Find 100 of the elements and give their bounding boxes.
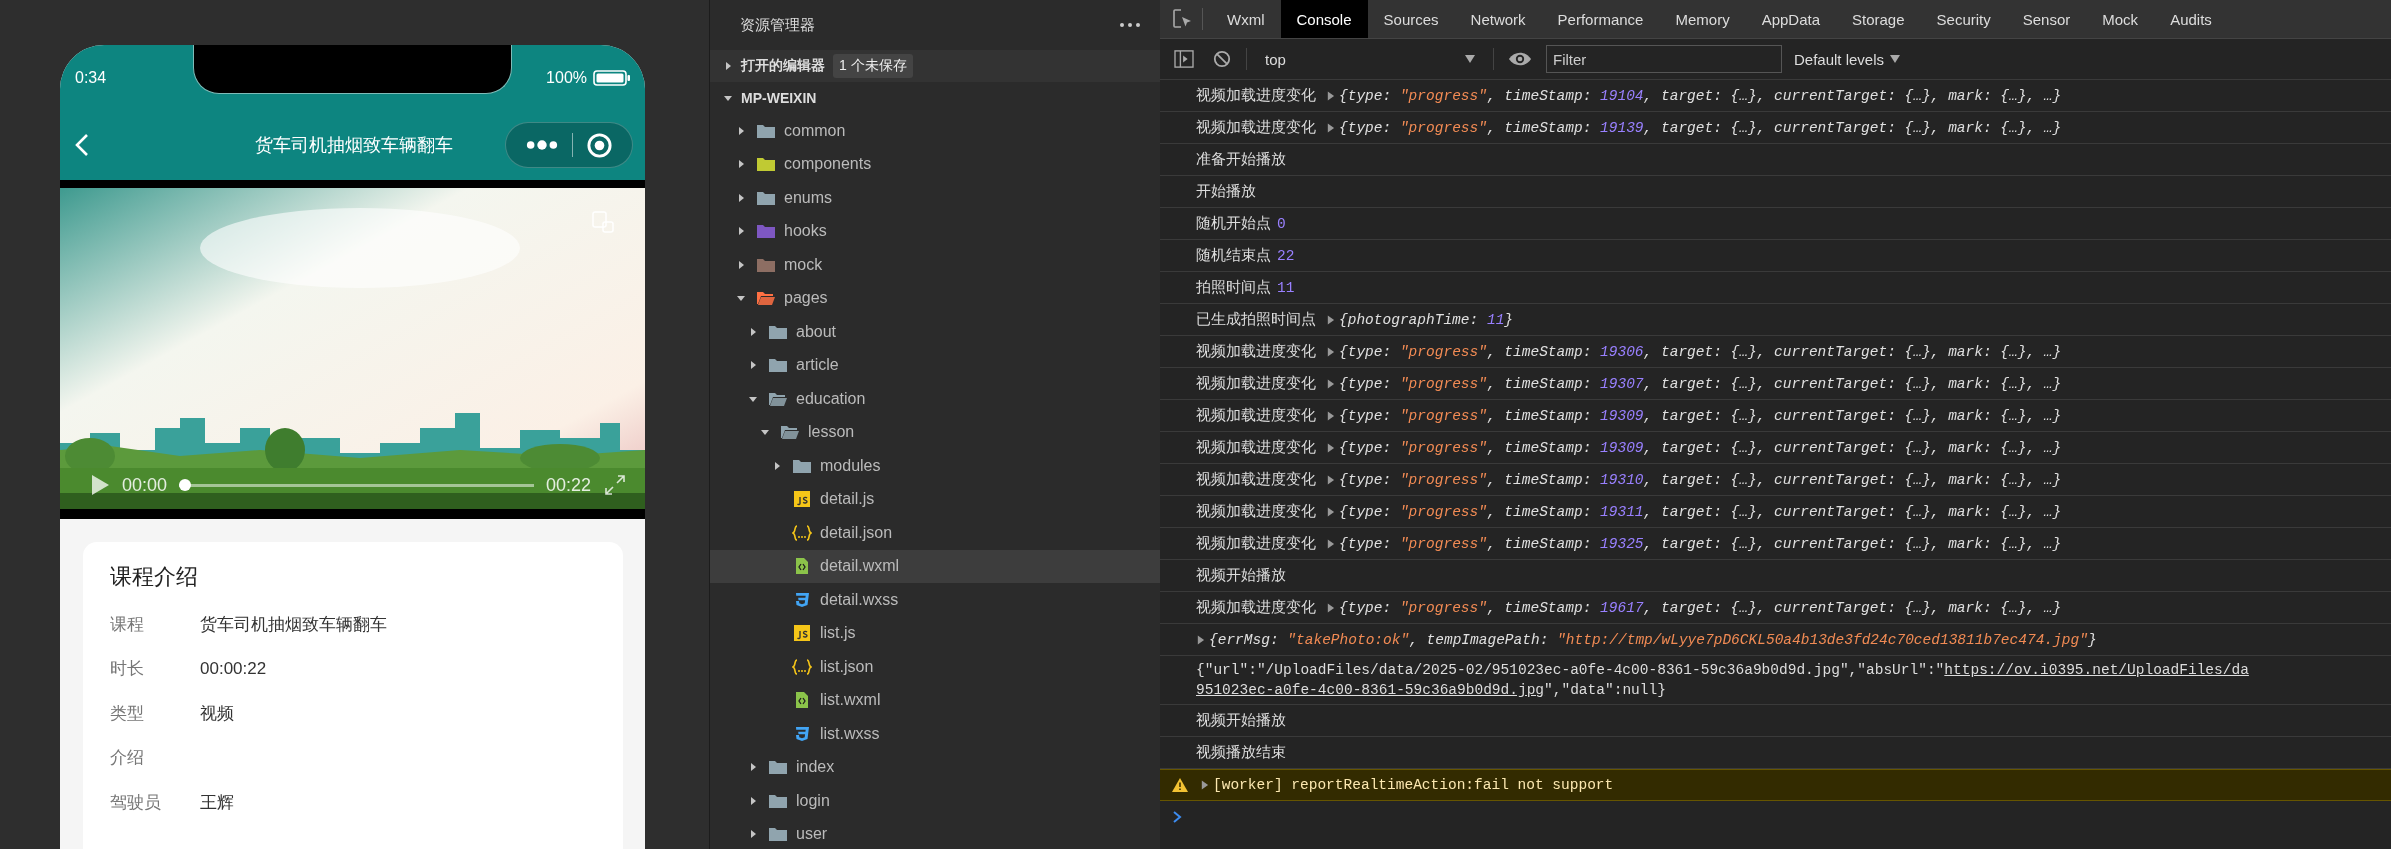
tree-item[interactable]: modules xyxy=(710,449,1160,483)
tree-item[interactable]: article xyxy=(710,348,1160,382)
expand-arrow-icon[interactable] xyxy=(1326,474,1335,485)
tree-item[interactable]: index xyxy=(710,750,1160,784)
tree-item[interactable]: user xyxy=(710,817,1160,849)
log-message: 视频播放结束 xyxy=(1196,743,1286,762)
link[interactable]: 951023ec-a0fe-4c00-8361-59c36a9b0d9d.jpg xyxy=(1196,682,1545,698)
expand-arrow-icon[interactable] xyxy=(748,795,758,806)
log-object[interactable]: {type: "progress", timeStamp: 19325, target: {…}, currentTarget: {…}, mark: {…}, …} xyxy=(1339,535,2062,552)
expand-arrow-icon[interactable] xyxy=(772,460,782,471)
status-time: 0:34 xyxy=(75,68,107,87)
expand-arrow-icon[interactable] xyxy=(1196,634,1205,645)
devtools-tab[interactable]: Audits xyxy=(2154,0,2228,38)
tree-item[interactable]: components xyxy=(710,147,1160,181)
log-object[interactable]: {type: "progress", timeStamp: 19309, target: {…}, currentTarget: {…}, mark: {…}, …} xyxy=(1339,407,2062,424)
sidebar-icon[interactable] xyxy=(1174,50,1194,68)
devtools-tab[interactable]: Storage xyxy=(1836,0,1921,38)
expand-arrow-icon[interactable] xyxy=(748,829,758,840)
tree-item[interactable]: detail.wxml xyxy=(710,549,1160,583)
tree-item[interactable]: enums xyxy=(710,181,1160,215)
devtools-tab[interactable]: Memory xyxy=(1659,0,1746,38)
clear-icon[interactable] xyxy=(1212,50,1232,68)
expand-arrow-icon[interactable] xyxy=(736,226,746,237)
tree-item[interactable]: detail.js xyxy=(710,482,1160,516)
link[interactable]: https://ov.i0395.net/UploadFiles/da xyxy=(1944,662,2249,678)
log-object[interactable]: {type: "progress", timeStamp: 19310, target: {…}, currentTarget: {…}, mark: {…}, …} xyxy=(1339,471,2062,488)
tree-item[interactable]: pages xyxy=(710,281,1160,315)
expand-arrow-icon[interactable] xyxy=(736,259,746,270)
tree-item[interactable]: lesson xyxy=(710,415,1160,449)
expand-arrow-icon[interactable] xyxy=(1326,90,1335,101)
close-icon[interactable] xyxy=(586,131,614,159)
menu-capsule[interactable] xyxy=(505,122,633,168)
field-value: 00:00:22 xyxy=(200,658,267,679)
more-icon[interactable] xyxy=(1120,23,1140,27)
log-message: 视频加载进度变化 xyxy=(1196,598,1316,617)
devtools-tab[interactable]: Sensor xyxy=(2006,0,2087,38)
expand-arrow-icon[interactable] xyxy=(748,762,758,773)
fullscreen-icon[interactable] xyxy=(603,473,627,497)
eye-icon[interactable] xyxy=(1508,51,1532,67)
devtools-tab[interactable]: Sources xyxy=(1367,0,1455,38)
expand-arrow-icon[interactable] xyxy=(736,159,746,170)
progress-slider[interactable] xyxy=(179,479,534,491)
tree-item[interactable]: list.json xyxy=(710,650,1160,684)
tree-item[interactable]: list.js xyxy=(710,616,1160,650)
context-select[interactable]: top xyxy=(1257,50,1483,68)
levels-dropdown[interactable]: Default levels xyxy=(1794,50,1901,68)
log-object[interactable]: {type: "progress", timeStamp: 19306, target: {…}, currentTarget: {…}, mark: {…}, …} xyxy=(1339,343,2062,360)
devtools-tab[interactable]: AppData xyxy=(1745,0,1836,38)
expand-arrow-icon[interactable] xyxy=(1326,410,1335,421)
tree-item[interactable]: login xyxy=(710,784,1160,818)
expand-arrow-icon[interactable] xyxy=(1326,506,1335,517)
tree-item[interactable]: detail.json xyxy=(710,516,1160,550)
log-object[interactable]: {type: "progress", timeStamp: 19309, target: {…}, currentTarget: {…}, mark: {…}, …} xyxy=(1339,439,2062,456)
play-icon[interactable] xyxy=(90,474,110,496)
devtools-tab[interactable]: Wxml xyxy=(1211,0,1281,38)
devtools-tab[interactable]: Network xyxy=(1454,0,1542,38)
expand-arrow-icon[interactable] xyxy=(1326,314,1335,325)
log-message: 视频加载进度变化 xyxy=(1196,406,1316,425)
devtools-tab[interactable]: Performance xyxy=(1541,0,1660,38)
log-object[interactable]: {type: "progress", timeStamp: 19307, target: {…}, currentTarget: {…}, mark: {…}, …} xyxy=(1339,375,2062,392)
devtools-tab[interactable]: Console xyxy=(1280,0,1368,38)
expand-arrow-icon[interactable] xyxy=(748,360,758,371)
js-file-icon xyxy=(792,625,812,642)
tree-item[interactable]: detail.wxss xyxy=(710,583,1160,617)
tree-item[interactable]: mock xyxy=(710,248,1160,282)
tree-item[interactable]: hooks xyxy=(710,214,1160,248)
braces-icon xyxy=(792,658,812,675)
expand-arrow-icon[interactable] xyxy=(1200,780,1209,790)
tree-item[interactable]: list.wxml xyxy=(710,683,1160,717)
devtools-tab[interactable]: Security xyxy=(1920,0,2007,38)
more-icon[interactable] xyxy=(524,139,559,151)
expand-arrow-icon[interactable] xyxy=(1326,538,1335,549)
tree-item[interactable]: about xyxy=(710,315,1160,349)
prompt-icon[interactable] xyxy=(1172,811,1182,823)
devtools-tab[interactable]: Mock xyxy=(2086,0,2155,38)
back-icon[interactable] xyxy=(75,133,89,157)
log-object[interactable]: {errMsg: "takePhoto:ok", tempImagePath: "http://tmp/wLyye7pD6CKL50a4b13de3fd24c70ced13811b7ec474.jpg"} xyxy=(1209,631,2097,648)
expand-arrow-icon[interactable] xyxy=(723,61,733,71)
expand-arrow-icon[interactable] xyxy=(736,192,746,203)
expand-arrow-icon[interactable] xyxy=(1326,442,1335,453)
expand-arrow-icon[interactable] xyxy=(1326,346,1335,357)
tree-item[interactable]: common xyxy=(710,114,1160,148)
field-label: 介绍 xyxy=(110,747,145,770)
log-object[interactable]: {type: "progress", timeStamp: 19617, target: {…}, currentTarget: {…}, mark: {…}, …} xyxy=(1339,599,2062,616)
section-header[interactable]: 打开的编辑器 1 个未保存 xyxy=(710,50,1160,82)
collapse-arrow-icon[interactable] xyxy=(723,93,733,103)
expand-arrow-icon[interactable] xyxy=(1326,122,1335,133)
log-object[interactable]: {type: "progress", timeStamp: 19139, target: {…}, currentTarget: {…}, mark: {…}, …} xyxy=(1339,119,2062,136)
tree-item[interactable]: education xyxy=(710,382,1160,416)
filter-field[interactable]: Filter xyxy=(1546,45,1782,73)
field-value: 货车司机抽烟致车辆翻车 xyxy=(200,613,387,636)
log-object[interactable]: {type: "progress", timeStamp: 19104, target: {…}, currentTarget: {…}, mark: {…}, …} xyxy=(1339,87,2062,104)
log-object[interactable]: {type: "progress", timeStamp: 19311, target: {…}, currentTarget: {…}, mark: {…}, …} xyxy=(1339,503,2062,520)
tree-item[interactable]: list.wxss xyxy=(710,717,1160,751)
log-object[interactable]: {photographTime: 11} xyxy=(1339,311,1514,328)
section-label: 打开的编辑器 xyxy=(741,57,825,75)
expand-arrow-icon[interactable] xyxy=(748,326,758,337)
expand-arrow-icon[interactable] xyxy=(1326,378,1335,389)
expand-arrow-icon[interactable] xyxy=(1326,602,1335,613)
expand-arrow-icon[interactable] xyxy=(736,125,746,136)
